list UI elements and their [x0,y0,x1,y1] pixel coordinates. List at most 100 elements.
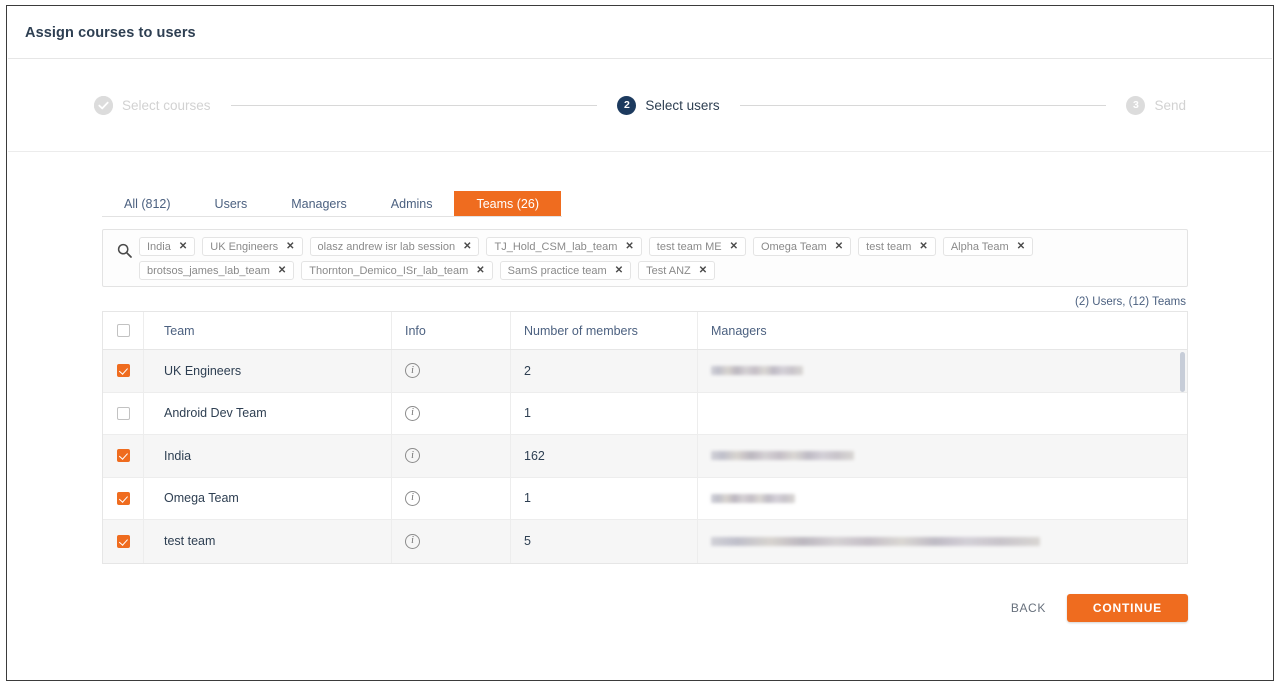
redacted-manager-text [711,451,854,461]
continue-button[interactable]: CONTINUE [1066,593,1188,622]
cell-managers [697,477,1187,519]
chip[interactable]: India ✕ [139,237,196,256]
chip-label: TJ_Hold_CSM_lab_team [494,240,618,253]
chip[interactable]: UK Engineers ✕ [202,237,303,256]
chip-remove-icon[interactable]: ✕ [730,241,738,252]
step-select-courses[interactable]: Select courses [94,95,211,115]
table-row[interactable]: Omega Team i 1 [103,477,1187,520]
tab-all[interactable]: All (812) [102,191,193,216]
cell-team-name: test team [164,534,216,549]
chip[interactable]: Omega Team ✕ [752,237,852,256]
info-icon[interactable]: i [405,405,420,421]
chip[interactable]: Alpha Team ✕ [942,237,1034,256]
chip-label: Thornton_Demico_ISr_lab_team [309,264,469,277]
chip[interactable]: test team ✕ [858,237,936,256]
chip[interactable]: brotsos_james_lab_team ✕ [139,261,295,280]
step-connector-2 [739,104,1107,106]
chip[interactable]: Thornton_Demico_ISr_lab_team ✕ [301,261,493,280]
chip-remove-icon[interactable]: ✕ [835,241,843,252]
footer-actions: BACK CONTINUE [102,593,1188,622]
check-circle-icon [94,95,113,115]
chip-remove-icon[interactable]: ✕ [463,241,471,252]
column-header-team[interactable]: Team [144,312,391,349]
table-header-row: Team Info Number of members Managers [103,312,1187,350]
chip[interactable]: Test ANZ ✕ [638,261,716,280]
chip-remove-icon[interactable]: ✕ [625,241,633,252]
redacted-manager-text [711,493,795,503]
info-icon[interactable]: i [405,490,420,506]
column-header-managers[interactable]: Managers [697,312,1187,349]
chip-remove-icon[interactable]: ✕ [476,265,484,276]
search-icon[interactable] [109,236,139,258]
row-checkbox[interactable] [116,364,130,378]
row-checkbox[interactable] [116,449,130,463]
chip-remove-icon[interactable]: ✕ [615,265,623,276]
cell-managers [697,520,1187,563]
chip[interactable]: test team ME ✕ [648,237,746,256]
chip-remove-icon[interactable]: ✕ [286,241,294,252]
table-scrollbar-thumb[interactable] [1180,352,1185,392]
chip[interactable]: olasz andrew isr lab session ✕ [309,237,480,256]
tab-users[interactable]: Users [193,191,270,216]
column-header-number-of-members[interactable]: Number of members [510,312,697,349]
info-icon[interactable]: i [405,533,420,549]
chip-label: Alpha Team [950,240,1009,253]
step-send[interactable]: 3 Send [1126,95,1186,115]
cell-info: i [391,350,510,392]
cell-managers [697,435,1187,477]
cell-managers [697,392,1187,434]
chip-remove-icon[interactable]: ✕ [179,241,187,252]
step-number-badge-3: 3 [1126,95,1146,115]
selected-chips-list: India ✕ UK Engineers ✕ olasz andrew isr lab … [139,236,1179,280]
row-select-cell [103,350,144,392]
window-frame: Assign courses to users Select courses 2 [6,5,1274,681]
step-select-users[interactable]: 2 Select users [617,95,720,115]
chip-label: olasz andrew isr lab session [317,240,456,253]
page-header: Assign courses to users [8,7,1272,59]
row-select-cell [103,435,144,477]
cell-info: i [391,477,510,519]
table-row[interactable]: UK Engineers i 2 [103,350,1187,393]
search-chips-field[interactable]: India ✕ UK Engineers ✕ olasz andrew isr lab … [102,229,1188,287]
row-select-cell [103,477,144,519]
row-checkbox[interactable] [116,491,130,505]
column-header-info[interactable]: Info [391,312,510,349]
chip-label: SamS practice team [507,264,607,277]
cell-info: i [391,392,510,434]
selection-counts: (2) Users, (12) Teams [1075,296,1186,308]
table-row[interactable]: Android Dev Team i 1 [103,392,1187,435]
tab-admins[interactable]: Admins [369,191,455,216]
table-row[interactable]: India i 162 [103,435,1187,478]
cell-team-name: Omega Team [164,491,239,506]
step-label-select-courses: Select courses [122,97,211,113]
cell-team-name: India [164,448,192,463]
step-label-select-users: Select users [645,97,720,113]
table-body: UK Engineers i 2 Android Dev Team i 1 India i 16… [103,350,1187,563]
content: All (812) Users Managers Admins Teams (2… [102,191,1188,622]
cell-team-name: UK Engineers [164,363,242,378]
select-all-checkbox[interactable] [116,324,130,337]
select-all-cell [103,312,144,349]
chip-remove-icon[interactable]: ✕ [1017,241,1025,252]
step-connector-1 [230,104,598,106]
page-title: Assign courses to users [25,24,196,41]
row-checkbox[interactable] [116,534,130,548]
chip[interactable]: TJ_Hold_CSM_lab_team ✕ [486,237,642,256]
chip[interactable]: SamS practice team ✕ [499,261,632,280]
info-icon[interactable]: i [405,363,420,379]
cell-member-count: 1 [510,392,697,434]
cell-member-count: 2 [510,350,697,392]
chip-remove-icon[interactable]: ✕ [919,241,927,252]
tab-managers[interactable]: Managers [269,191,369,216]
teams-table: Team Info Number of members Managers UK … [102,311,1188,564]
tab-teams[interactable]: Teams (26) [454,191,562,216]
chip-remove-icon[interactable]: ✕ [699,265,707,276]
back-button[interactable]: BACK [1007,595,1050,621]
table-row[interactable]: test team i 5 [103,520,1187,563]
cell-info: i [391,520,510,563]
table-scrollbar[interactable] [1179,351,1186,562]
info-icon[interactable]: i [405,448,420,464]
row-checkbox[interactable] [116,406,130,420]
filter-tabs: All (812) Users Managers Admins Teams (2… [102,191,562,217]
chip-remove-icon[interactable]: ✕ [278,265,286,276]
